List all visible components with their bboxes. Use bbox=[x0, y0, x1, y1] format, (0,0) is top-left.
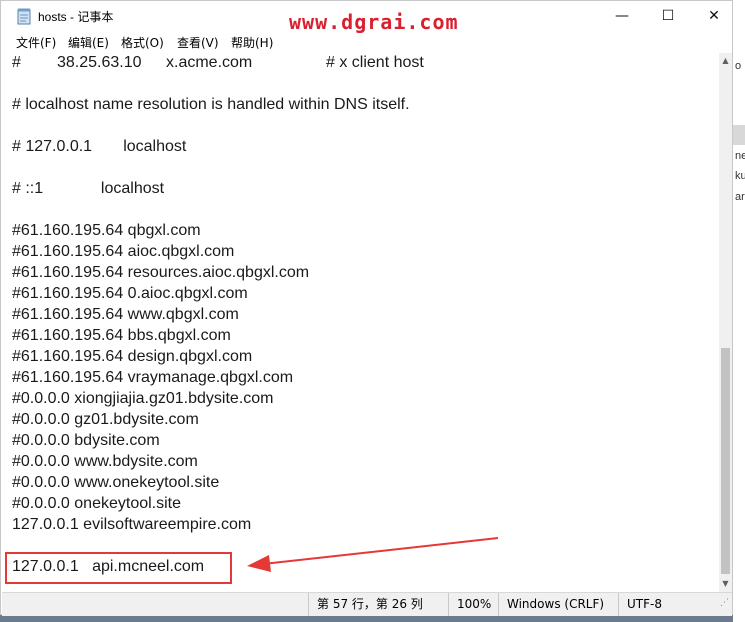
resize-grip-icon[interactable]: ⋰ bbox=[720, 598, 729, 608]
vertical-scrollbar[interactable]: ▲ ▼ bbox=[719, 53, 732, 592]
text-line: 38.25.63.10 bbox=[57, 54, 142, 71]
text-line: #61.160.195.64 www.qbgxl.com bbox=[12, 306, 239, 323]
zoom-level: 100% bbox=[448, 593, 498, 616]
text-line: #0.0.0.0 xiongjiajia.gz01.bdysite.com bbox=[12, 390, 274, 407]
text-line: #61.160.195.64 design.qbgxl.com bbox=[12, 348, 253, 365]
text-line: # bbox=[12, 54, 21, 71]
text-line: x.acme.com bbox=[166, 54, 253, 71]
menu-format[interactable]: 格式(O) bbox=[121, 34, 164, 51]
scroll-down-arrow-icon[interactable]: ▼ bbox=[720, 579, 731, 588]
background-text-fragment: ne bbox=[735, 150, 745, 162]
text-editor-area[interactable]: # 38.25.63.10 x.acme.com # x client host… bbox=[2, 53, 720, 592]
text-line: #61.160.195.64 resources.aioc.qbgxl.com bbox=[12, 264, 310, 281]
background-text-fragment: o bbox=[735, 60, 742, 72]
close-button[interactable]: ✕ bbox=[691, 1, 737, 32]
menu-bar: 文件(F) 编辑(E) 格式(O) 查看(V) 帮助(H) bbox=[1, 32, 732, 53]
background-text-fragment: ku bbox=[735, 170, 745, 182]
menu-file[interactable]: 文件(F) bbox=[16, 34, 56, 51]
text-line: #0.0.0.0 gz01.bdysite.com bbox=[12, 411, 199, 428]
window-title: hosts - 记事本 bbox=[38, 10, 114, 24]
notepad-window: hosts - 记事本 www.dgrai.com — ☐ ✕ 文件(F) 编辑… bbox=[0, 0, 733, 616]
line-ending: Windows (CRLF) bbox=[498, 593, 618, 616]
text-line: #0.0.0.0 www.onekeytool.site bbox=[12, 474, 220, 491]
text-line: #61.160.195.64 aioc.qbgxl.com bbox=[12, 243, 235, 260]
title-bar[interactable]: hosts - 记事本 www.dgrai.com — ☐ ✕ bbox=[1, 1, 732, 34]
annotation-highlight-box bbox=[5, 552, 232, 584]
cursor-position: 第 57 行，第 26 列 bbox=[308, 593, 444, 616]
text-line: # ::1 localhost bbox=[12, 180, 165, 197]
text-line: # 127.0.0.1 localhost bbox=[12, 138, 187, 155]
text-line: #61.160.195.64 bbs.qbgxl.com bbox=[12, 327, 231, 344]
maximize-button[interactable]: ☐ bbox=[645, 1, 691, 32]
menu-view[interactable]: 查看(V) bbox=[177, 34, 219, 51]
text-line: #0.0.0.0 bdysite.com bbox=[12, 432, 160, 449]
menu-edit[interactable]: 编辑(E) bbox=[68, 34, 109, 51]
background-window-edge: o ne ku ar bbox=[733, 0, 745, 622]
text-line: #61.160.195.64 vraymanage.qbgxl.com bbox=[12, 369, 294, 386]
text-line: #0.0.0.0 www.bdysite.com bbox=[12, 453, 198, 470]
encoding: UTF-8 bbox=[618, 593, 718, 616]
background-text-fragment: ar bbox=[735, 191, 745, 203]
minimize-button[interactable]: — bbox=[599, 1, 645, 32]
menu-help[interactable]: 帮助(H) bbox=[231, 34, 273, 51]
scrollbar-thumb[interactable] bbox=[721, 348, 730, 574]
watermark-text: www.dgrai.com bbox=[289, 10, 459, 34]
text-line: 127.0.0.1 evilsoftwareempire.com bbox=[12, 516, 252, 533]
background-panel bbox=[733, 125, 745, 145]
status-bar: 第 57 行，第 26 列 100% Windows (CRLF) UTF-8 … bbox=[2, 592, 732, 616]
text-line: #61.160.195.64 0.aioc.qbgxl.com bbox=[12, 285, 248, 302]
notepad-icon bbox=[17, 8, 31, 25]
text-line: # localhost name resolution is handled w… bbox=[12, 96, 410, 113]
text-line: #61.160.195.64 qbgxl.com bbox=[12, 222, 201, 239]
text-line: #0.0.0.0 onekeytool.site bbox=[12, 495, 182, 512]
text-line: # x client host bbox=[326, 54, 424, 71]
scroll-up-arrow-icon[interactable]: ▲ bbox=[720, 56, 731, 65]
